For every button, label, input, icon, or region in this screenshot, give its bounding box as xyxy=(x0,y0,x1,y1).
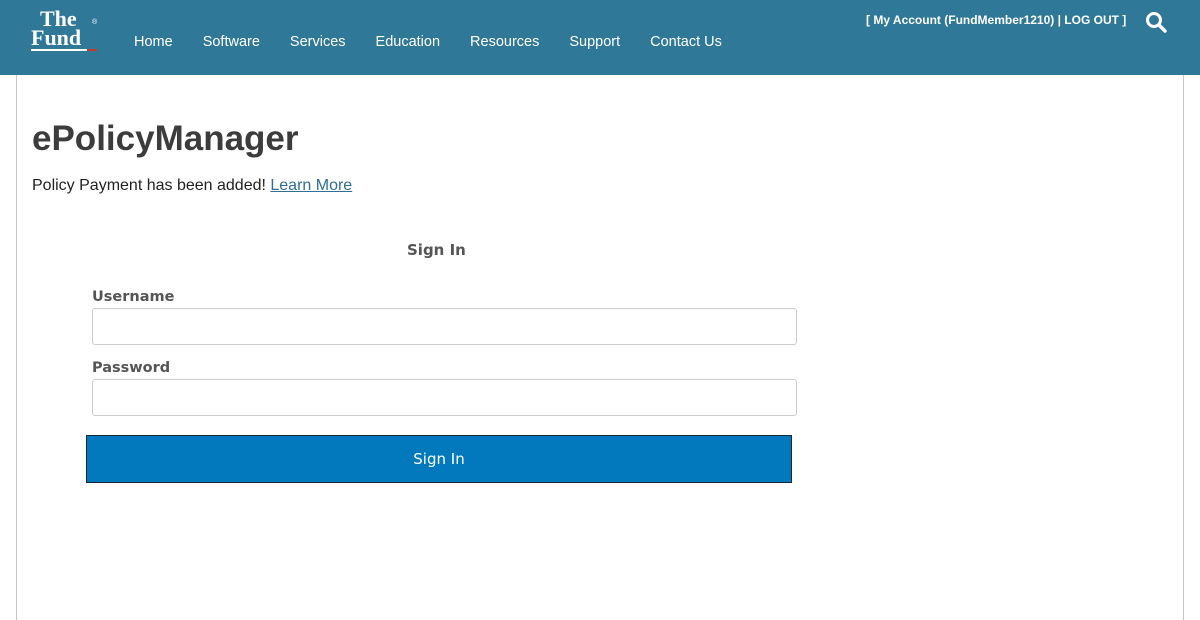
account-separator: | xyxy=(1054,13,1065,27)
nav-software[interactable]: Software xyxy=(188,34,275,50)
password-input[interactable] xyxy=(92,379,797,416)
the-fund-logo[interactable]: The Fund ® xyxy=(30,6,104,54)
logo-underline xyxy=(31,49,87,51)
notice-message: Policy Payment has been added! Learn Mor… xyxy=(32,177,352,195)
account-bar: [ My Account (FundMember1210) | LOG OUT … xyxy=(866,13,1126,27)
nav-resources[interactable]: Resources xyxy=(455,34,554,50)
main-content: ePolicyManager Policy Payment has been a… xyxy=(16,75,1184,620)
username-input[interactable] xyxy=(92,308,797,345)
nav-contact-us[interactable]: Contact Us xyxy=(635,34,737,50)
site-header: The Fund ® Home Software Services Educat… xyxy=(0,0,1200,75)
main-nav: Home Software Services Education Resourc… xyxy=(119,34,737,50)
notice-text: Policy Payment has been added! xyxy=(32,177,271,194)
signin-heading: Sign In xyxy=(407,241,466,259)
logo-line-fund: Fund xyxy=(31,25,81,50)
search-icon[interactable] xyxy=(1144,10,1168,34)
username-label: Username xyxy=(92,289,175,305)
logo-underline-accent xyxy=(87,49,97,51)
logo-trademark: ® xyxy=(92,18,98,26)
learn-more-link[interactable]: Learn More xyxy=(270,177,352,194)
nav-education[interactable]: Education xyxy=(361,34,456,50)
account-close-bracket: ] xyxy=(1118,13,1127,27)
my-account-link[interactable]: My Account (FundMember1210) xyxy=(873,13,1054,27)
page-title: ePolicyManager xyxy=(32,119,299,158)
nav-support[interactable]: Support xyxy=(554,34,635,50)
logout-link[interactable]: LOG OUT xyxy=(1064,13,1119,27)
sign-in-button[interactable]: Sign In xyxy=(86,435,792,483)
password-label: Password xyxy=(92,360,171,376)
nav-home[interactable]: Home xyxy=(119,34,188,50)
nav-services[interactable]: Services xyxy=(275,34,361,50)
